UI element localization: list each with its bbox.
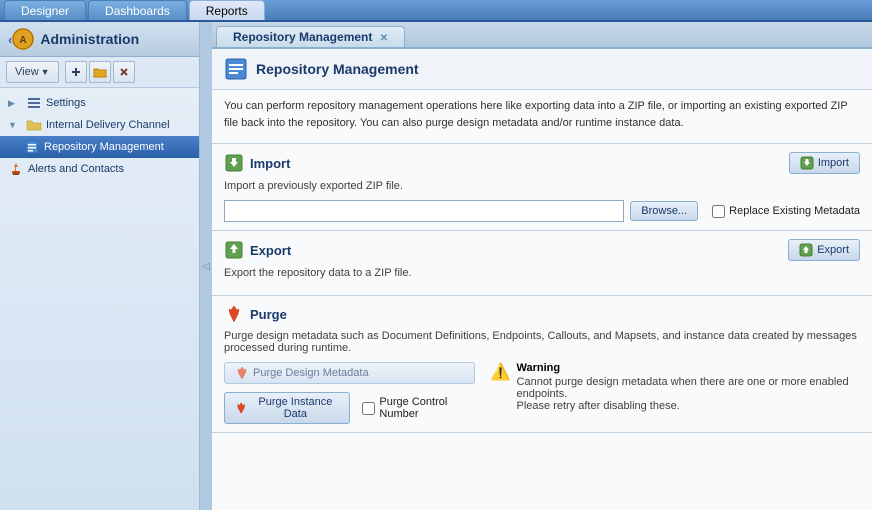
import-description: Import a previously exported ZIP file. [224,180,860,192]
sidebar-item-repository-management[interactable]: Repository Management [0,136,199,158]
warning-line2: Please retry after disabling these. [517,400,860,412]
sidebar-header: ‹ A Administration [0,22,199,57]
browse-button[interactable]: Browse... [630,201,698,221]
import-section-icon [224,153,244,173]
purge-instance-data-button[interactable]: Purge Instance Data [224,392,350,424]
view-chevron-icon: ▼ [41,67,50,77]
close-button[interactable] [113,61,135,83]
purge-instance-row: Purge Instance Data Purge Control Number [224,392,475,424]
view-dropdown-button[interactable]: View ▼ [6,61,59,83]
settings-expand-icon: ▶ [8,98,22,109]
export-section-header: Export Export [224,239,860,261]
import-file-row: Browse... Replace Existing Metadata [224,200,860,222]
warning-text-block: Warning Cannot purge design metadata whe… [517,362,860,412]
import-button-icon [800,156,814,170]
replace-metadata-label: Replace Existing Metadata [729,205,860,217]
import-title: Import [250,156,290,171]
rm-section-header: Repository Management [212,49,872,90]
warning-box: ⚠️ Warning Cannot purge design metadata … [491,362,860,412]
import-section-header: Import Import [224,152,860,174]
purge-control-row: Purge Control Number [362,396,474,420]
import-file-input[interactable] [224,200,624,222]
purge-buttons-area: Purge Design Metadata Purge Instance Dat… [224,362,860,424]
content-tab-bar: Repository Management ✕ [212,22,872,49]
admin-logo-icon: A [12,28,34,50]
replace-metadata-checkbox[interactable] [712,205,725,218]
import-button[interactable]: Import [789,152,860,174]
purge-section: Purge Purge design metadata such as Docu… [212,296,872,433]
sidebar-title: Administration [40,31,139,47]
export-section: Export Export Export the repository data… [212,231,872,296]
tab-dashboards[interactable]: Dashboards [88,0,187,20]
sidebar-item-internal-delivery[interactable]: ▼ Internal Delivery Channel [0,114,199,136]
purge-control-number-checkbox[interactable] [362,402,375,415]
repo-mgmt-icon [24,139,40,155]
warning-title: Warning [517,362,860,374]
add-button[interactable] [65,61,87,83]
settings-label: Settings [46,97,86,109]
tab-reports-label: Reports [206,4,248,18]
main-layout: ‹ A Administration View ▼ [0,22,872,510]
import-section: Import Import Import a previously export… [212,144,872,231]
rm-title: Repository Management [256,61,419,77]
tab-reports[interactable]: Reports [189,0,265,20]
sidebar-item-settings[interactable]: ▶ Settings [0,92,199,114]
sidebar-toolbar: View ▼ [0,57,199,88]
purge-description: Purge design metadata such as Document D… [224,330,860,354]
repo-mgmt-label: Repository Management [44,141,164,153]
content-tab-close-icon[interactable]: ✕ [380,33,388,44]
content-area: Repository Management ✕ Repository Manag… [212,22,872,510]
content-body: Repository Management You can perform re… [212,49,872,510]
export-button-icon [799,243,813,257]
warning-line1: Cannot purge design metadata when there … [517,376,860,400]
tab-dashboards-label: Dashboards [105,4,170,18]
sidebar: ‹ A Administration View ▼ [0,22,200,510]
purge-section-header: Purge [224,304,860,324]
purge-section-icon [224,304,244,324]
export-title: Export [250,243,291,258]
purge-control-number-label: Purge Control Number [379,396,474,420]
tab-designer[interactable]: Designer [4,0,86,20]
export-section-icon [224,240,244,260]
alerts-icon [8,161,24,177]
idc-expand-icon: ▼ [8,120,22,130]
tab-designer-label: Designer [21,4,69,18]
purge-design-metadata-button[interactable]: Purge Design Metadata [224,362,475,384]
export-button[interactable]: Export [788,239,860,261]
export-description: Export the repository data to a ZIP file… [224,267,860,279]
svg-text:A: A [20,35,27,46]
warning-icon: ⚠️ [491,362,511,382]
purge-design-icon [235,366,249,380]
purge-title: Purge [250,307,287,322]
rm-description: You can perform repository management op… [212,90,872,144]
settings-icon [26,95,42,111]
content-tab-repo-mgmt[interactable]: Repository Management ✕ [216,26,405,47]
folder-button[interactable] [89,61,111,83]
top-tab-bar: Designer Dashboards Reports [0,0,872,22]
alerts-label: Alerts and Contacts [28,163,124,175]
sidebar-item-alerts[interactable]: Alerts and Contacts [0,158,199,180]
idc-label: Internal Delivery Channel [46,119,170,131]
rm-header-icon [224,57,248,81]
purge-instance-icon [235,401,247,415]
idc-folder-icon [26,117,42,133]
replace-metadata-row: Replace Existing Metadata [712,205,860,218]
purge-left-column: Purge Design Metadata Purge Instance Dat… [224,362,475,424]
sidebar-nav: ▶ Settings ▼ Internal Delivery Channel [0,88,199,510]
sidebar-resize-handle[interactable]: ◁ [200,22,212,510]
